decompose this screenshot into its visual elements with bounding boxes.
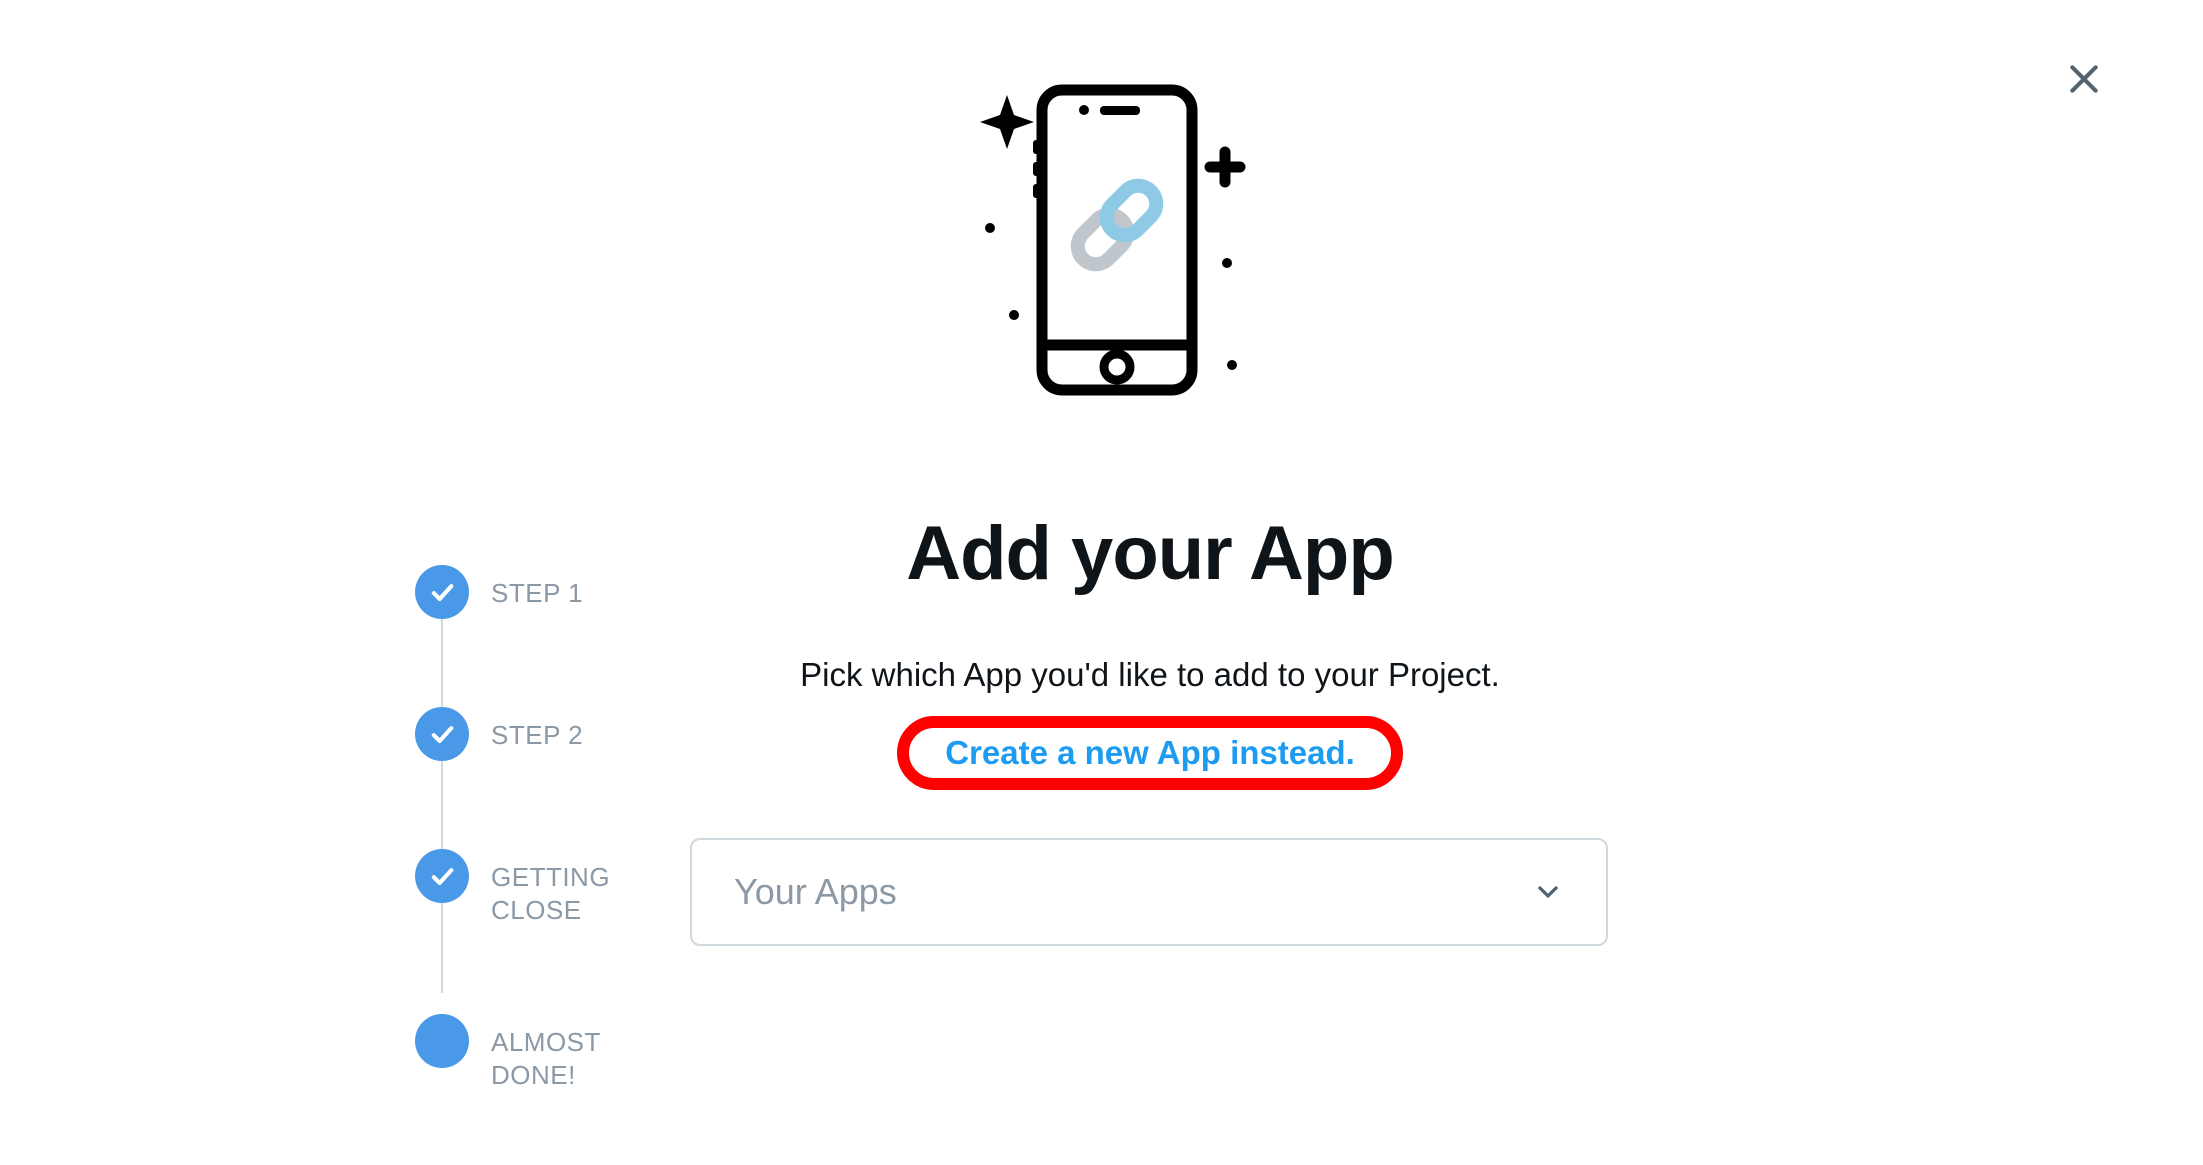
main-content: Add your App Pick which App you'd like t… bbox=[690, 510, 1610, 946]
step-3: GETTING CLOSE bbox=[415, 849, 640, 926]
step-label-2: STEP 2 bbox=[491, 707, 583, 752]
close-icon bbox=[2064, 59, 2104, 99]
step-circle-3 bbox=[415, 849, 469, 903]
check-icon bbox=[428, 720, 456, 748]
chevron-down-icon bbox=[1532, 876, 1564, 908]
check-icon bbox=[428, 578, 456, 606]
stepper: STEP 1 STEP 2 GETTING CLOSE ALMOST DONE! bbox=[415, 565, 640, 1091]
create-link-wrapper: Create a new App instead. bbox=[897, 716, 1403, 790]
step-label-4: ALMOST DONE! bbox=[491, 1014, 640, 1091]
step-2: STEP 2 bbox=[415, 707, 640, 761]
step-label-3: GETTING CLOSE bbox=[491, 849, 640, 926]
phone-link-illustration bbox=[932, 70, 1272, 410]
step-4: ALMOST DONE! bbox=[415, 1014, 640, 1091]
create-new-app-link[interactable]: Create a new App instead. bbox=[945, 734, 1355, 771]
step-1: STEP 1 bbox=[415, 565, 640, 619]
dropdown-placeholder: Your Apps bbox=[734, 871, 897, 913]
check-icon bbox=[428, 862, 456, 890]
your-apps-dropdown[interactable]: Your Apps bbox=[690, 838, 1608, 946]
step-circle-1 bbox=[415, 565, 469, 619]
page-description: Pick which App you'd like to add to your… bbox=[690, 652, 1610, 698]
step-circle-2 bbox=[415, 707, 469, 761]
close-button[interactable] bbox=[2060, 55, 2108, 103]
step-circle-4 bbox=[415, 1014, 469, 1068]
page-title: Add your App bbox=[690, 510, 1610, 597]
step-label-1: STEP 1 bbox=[491, 565, 583, 610]
step-connector bbox=[441, 761, 443, 851]
step-connector bbox=[441, 903, 443, 993]
step-connector bbox=[441, 619, 443, 709]
